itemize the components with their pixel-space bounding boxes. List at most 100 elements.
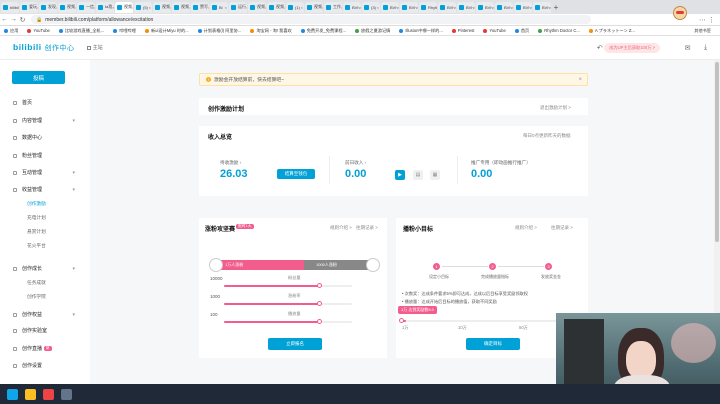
browser-tab[interactable]: 视频× [267,1,285,13]
sidebar-item-growth[interactable]: 创作成长 ▾ [13,265,75,272]
extensions-icon[interactable]: ⋯ [698,16,707,24]
tab-close-icon[interactable]: × [246,5,247,10]
browser-tab[interactable]: 运行× [229,1,247,13]
tab-close-icon[interactable]: × [149,5,151,10]
message-icon[interactable]: ✉ [683,44,692,52]
tab-close-icon[interactable]: × [398,5,399,10]
reload-icon[interactable]: ↻ [18,16,27,24]
tab-close-icon[interactable]: × [94,5,95,10]
bookmark-item[interactable]: Pinterest [451,28,474,33]
browser-tab[interactable]: 工作× [324,1,342,13]
tab-close-icon[interactable]: × [322,5,323,10]
explorer-icon[interactable] [25,388,36,400]
browser-tab[interactable]: 视频× [115,1,133,13]
forward-icon[interactable]: → [9,16,18,23]
tab-close-icon[interactable]: × [301,5,303,10]
bonus-history-link[interactable]: 往期记录 > [356,225,378,231]
bonus-row-bar[interactable] [224,285,352,287]
goal-slider-knob[interactable] [399,318,404,323]
bonus-row-bar[interactable] [224,321,352,323]
sidebar-item[interactable]: 内容管理 ▾ [13,117,75,124]
yesterday-label[interactable]: 前日收入 › [345,160,366,166]
sidebar-item-settings[interactable]: 创作设置 [13,362,75,369]
promo-pill[interactable]: 成为UP主后获取100万 > [604,42,660,53]
new-tab-icon[interactable]: + [551,3,561,12]
bookmark-item[interactable]: 应用 [4,28,18,34]
tab-close-icon[interactable]: × [417,5,418,10]
download-icon[interactable]: ⤓ [701,44,710,52]
bookmark-item[interactable]: 哔哩哔哩 [113,28,136,34]
sidebar-subitem[interactable]: 任务成就 [27,280,46,286]
bilibili-logo[interactable]: bilibili 创作中心 [13,42,75,53]
balance-label[interactable]: 待收激励 › [220,160,241,166]
sidebar-subitem[interactable]: 悬赏计划 [27,229,46,235]
browser-tab[interactable]: Bi × [210,1,228,13]
tab-close-icon[interactable]: × [493,5,494,10]
bonus-row-knob[interactable] [316,283,322,288]
main-site-link[interactable]: 主站 [86,44,103,51]
bonus-rules-link[interactable]: 规则介绍 > [330,225,352,231]
browser-tab[interactable]: 赞写× [191,1,209,13]
tab-close-icon[interactable]: × [112,5,114,10]
withdraw-button[interactable]: 结算至钱包 [277,169,315,179]
browser-tab[interactable]: (1) × [286,1,304,13]
tab-close-icon[interactable]: × [37,5,38,10]
goal-rules-link[interactable]: 规则介绍 > [515,225,537,231]
tab-close-icon[interactable]: × [360,5,361,10]
bookmark-item[interactable]: Rhythm Doctor C... [538,28,580,33]
tab-close-icon[interactable]: × [455,5,456,10]
browser-tab[interactable]: bilibili× [1,1,19,13]
sidebar-item[interactable]: 数据中心 [13,134,75,141]
bonus-row-knob[interactable] [316,301,322,306]
browser-tab[interactable]: BVh × [457,1,475,13]
sidebar-subitem[interactable]: 创作激励 [27,201,46,207]
sidebar-subitem[interactable]: 创作学院 [27,294,46,300]
confirm-goal-button[interactable]: 确定目标 [466,338,520,350]
sidebar-subitem[interactable]: 花火平台 [27,243,46,249]
sidebar-item-rights[interactable]: 创作权益 ▾ [13,311,75,318]
bookmark-item[interactable]: 放假之夏游记情 [355,28,390,34]
browser-tab[interactable]: BVh × [343,1,361,13]
sidebar-item[interactable]: 首页 [13,99,75,106]
play-icon[interactable]: ▶ [395,170,405,180]
browser-tab[interactable]: BVh × [495,1,513,13]
browser-tab[interactable]: 视频× [153,1,171,13]
bookmark-item[interactable]: A プラネットーン Z... [588,28,635,34]
calendar-icon[interactable]: ▦ [430,170,440,180]
tab-close-icon[interactable]: × [208,5,209,10]
document-icon[interactable]: ▤ [413,170,423,180]
bookmark-item[interactable]: 免费开发_免费课程... [300,28,346,34]
browser-tab[interactable]: (5) × [134,1,152,13]
undo-icon[interactable]: ↶ [595,44,604,52]
browser-tab[interactable]: ta我 × [96,1,114,13]
browser-tab[interactable]: 爱玩× [20,1,38,13]
sidebar-item[interactable]: 互动管理 ▾ [13,169,75,176]
back-icon[interactable]: ← [0,16,9,23]
goal-slider-track[interactable] [402,320,578,322]
bookmark-item[interactable]: YouTube [27,28,50,33]
tab-close-icon[interactable]: × [474,5,475,10]
app-icon[interactable] [61,388,72,400]
bookmark-item[interactable]: 首页 [514,28,529,34]
sidebar-item-lab[interactable]: 创作实验室 [13,327,75,334]
tab-close-icon[interactable]: × [531,5,532,10]
bookmark-item[interactable]: 计划表格(l) 阿里协... [197,28,241,34]
url-field[interactable]: 🔒 member.bilibili.com/platform/allowance… [31,15,591,24]
sidebar-item-live[interactable]: 创作直播新 [13,345,75,352]
browser-tab[interactable]: 视频× [172,1,190,13]
tab-close-icon[interactable]: × [170,5,171,10]
other-bookmarks[interactable]: 其他书签 [694,28,711,34]
tab-close-icon[interactable]: × [132,5,133,10]
tab-close-icon[interactable]: × [284,5,285,10]
browser-tab[interactable]: Rhythm × [419,1,437,13]
browser-tab[interactable]: 视频× [248,1,266,13]
browser-tab[interactable]: BVh × [533,1,551,13]
exit-plan-link[interactable]: 退出激励计划 > [540,105,571,111]
browser-tab[interactable]: 一信× [77,1,95,13]
tab-close-icon[interactable]: × [265,5,266,10]
tab-close-icon[interactable]: × [225,5,227,10]
tab-close-icon[interactable]: × [189,5,190,10]
browser-tab[interactable]: 视频× [58,1,76,13]
bookmark-item[interactable]: Illusion中哪一样的... [399,28,443,34]
bookmark-item[interactable]: 新ui设计Miyu 时的... [144,28,189,34]
